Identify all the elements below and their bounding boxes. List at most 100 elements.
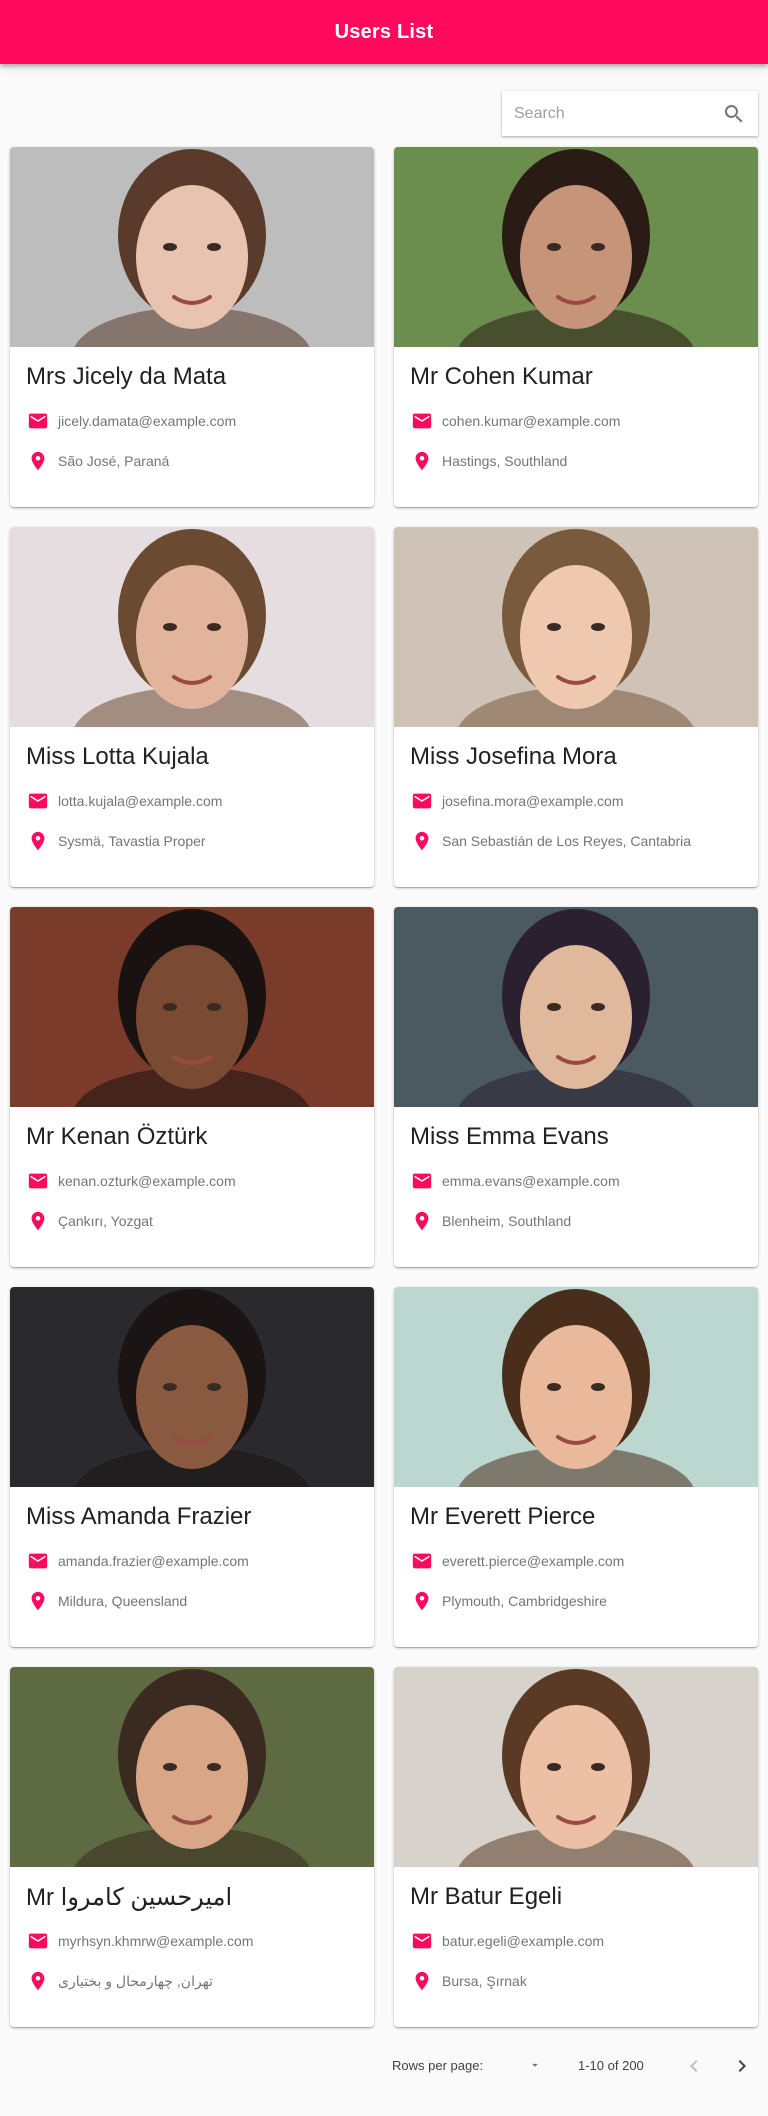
pagination: Rows per page: 1-10 of 200 [0, 2040, 768, 2092]
location-pin-icon [410, 1969, 434, 1993]
user-card[interactable]: Miss Emma Evans emma.evans@example.com B… [394, 907, 758, 1267]
user-location: Blenheim, Southland [442, 1213, 572, 1229]
user-photo [394, 1287, 758, 1487]
next-page-button[interactable] [726, 2050, 758, 2082]
user-card[interactable]: Mr Kenan Öztürk kenan.ozturk@example.com… [10, 907, 374, 1267]
location-pin-icon [26, 829, 50, 853]
user-location-row: Bursa, Şırnak [410, 1969, 527, 1993]
user-name: Miss Emma Evans [410, 1123, 609, 1150]
user-location-row: San Sebastián de Los Reyes, Cantabria [410, 829, 691, 853]
user-location: تهران, چهارمحال و بختیاری [58, 1972, 214, 1989]
search-box [502, 91, 758, 136]
user-location-row: Hastings, Southland [410, 449, 567, 473]
user-email-row: emma.evans@example.com [410, 1169, 620, 1193]
user-card[interactable]: Miss Amanda Frazier amanda.frazier@examp… [10, 1287, 374, 1647]
user-location: San Sebastián de Los Reyes, Cantabria [442, 833, 692, 849]
user-name: Mr Batur Egeli [410, 1883, 563, 1910]
user-card[interactable]: Miss Josefina Mora josefina.mora@example… [394, 527, 758, 887]
user-email: josefina.mora@example.com [442, 793, 624, 809]
email-icon [410, 1169, 434, 1193]
user-name: Miss Lotta Kujala [26, 743, 209, 770]
user-location: Plymouth, Cambridgeshire [442, 1593, 607, 1609]
user-photo [10, 527, 374, 727]
rows-per-page-label: Rows per page: [392, 2058, 484, 2073]
user-email-row: everett.pierce@example.com [410, 1549, 624, 1573]
user-email: amanda.frazier@example.com [58, 1553, 249, 1569]
user-email: lotta.kujala@example.com [58, 793, 223, 809]
user-email-row: kenan.ozturk@example.com [26, 1169, 236, 1193]
user-photo [394, 527, 758, 727]
user-location: Sysmä, Tavastia Proper [58, 833, 206, 849]
user-photo [394, 147, 758, 347]
user-email: kenan.ozturk@example.com [58, 1173, 236, 1189]
user-name: Mr امیرحسین کامروا [26, 1884, 233, 1911]
user-location: Hastings, Southland [442, 453, 568, 469]
user-email-row: cohen.kumar@example.com [410, 409, 620, 433]
chevron-left-icon [690, 2060, 698, 2072]
location-pin-icon [410, 449, 434, 473]
user-name: Mr Kenan Öztürk [26, 1123, 208, 1150]
chevron-right-icon [738, 2060, 746, 2072]
email-icon [26, 1929, 50, 1953]
user-grid: Mrs Jicely da Mata jicely.damata@example… [10, 147, 758, 2027]
rows-per-page-select[interactable] [520, 2050, 550, 2080]
user-location-row: São José, Paraná [26, 449, 169, 473]
user-location: Mildura, Queensland [58, 1593, 188, 1609]
user-email-row: amanda.frazier@example.com [26, 1549, 249, 1573]
email-icon [410, 789, 434, 813]
location-pin-icon [26, 1589, 50, 1613]
location-pin-icon [26, 449, 50, 473]
user-email-row: lotta.kujala@example.com [26, 789, 222, 813]
user-email: batur.egeli@example.com [442, 1933, 605, 1949]
user-photo [10, 907, 374, 1107]
location-pin-icon [410, 1589, 434, 1613]
location-pin-icon [410, 1209, 434, 1233]
email-icon [26, 1549, 50, 1573]
user-name: Mr Cohen Kumar [410, 363, 593, 390]
user-location-row: Mildura, Queensland [26, 1589, 187, 1613]
user-location-row: تهران, چهارمحال و بختیاری [26, 1969, 213, 1993]
email-icon [410, 1549, 434, 1573]
user-email-row: josefina.mora@example.com [410, 789, 624, 813]
page-title: Users List [334, 20, 434, 43]
user-location-row: Çankırı, Yozgat [26, 1209, 153, 1233]
email-icon [26, 789, 50, 813]
page-range: 1-10 of 200 [578, 2058, 644, 2073]
user-photo [394, 907, 758, 1107]
user-photo [10, 147, 374, 347]
email-icon [26, 1169, 50, 1193]
user-location: Bursa, Şırnak [442, 1973, 527, 1989]
user-name: Miss Josefina Mora [410, 743, 617, 770]
user-card[interactable]: Miss Lotta Kujala lotta.kujala@example.c… [10, 527, 374, 887]
search-icon[interactable] [720, 100, 748, 128]
user-name: Mrs Jicely da Mata [26, 363, 227, 390]
user-location-row: Plymouth, Cambridgeshire [410, 1589, 607, 1613]
previous-page-button[interactable] [678, 2050, 710, 2082]
user-card[interactable]: Mrs Jicely da Mata jicely.damata@example… [10, 147, 374, 507]
user-card[interactable]: Mr Batur Egeli batur.egeli@example.com B… [394, 1667, 758, 2027]
user-email-row: batur.egeli@example.com [410, 1929, 604, 1953]
location-pin-icon [26, 1969, 50, 1993]
search-input[interactable] [502, 91, 702, 136]
user-card[interactable]: Mr Cohen Kumar cohen.kumar@example.com H… [394, 147, 758, 507]
user-location-row: Blenheim, Southland [410, 1209, 571, 1233]
dropdown-arrow-icon [532, 2063, 538, 2067]
app-bar: Users List [0, 0, 768, 64]
user-email-row: myrhsyn.khmrw@example.com [26, 1929, 253, 1953]
user-name: Miss Amanda Frazier [26, 1503, 252, 1530]
user-card[interactable]: Mr امیرحسین کامروا myrhsyn.khmrw@example… [10, 1667, 374, 2027]
user-email-row: jicely.damata@example.com [26, 409, 236, 433]
email-icon [26, 409, 50, 433]
user-photo [10, 1287, 374, 1487]
user-photo [394, 1667, 758, 1867]
user-email: emma.evans@example.com [442, 1173, 620, 1189]
user-location-row: Sysmä, Tavastia Proper [26, 829, 206, 853]
user-email: cohen.kumar@example.com [442, 413, 621, 429]
user-card[interactable]: Mr Everett Pierce everett.pierce@example… [394, 1287, 758, 1647]
email-icon [410, 409, 434, 433]
user-location: Çankırı, Yozgat [58, 1213, 153, 1229]
location-pin-icon [410, 829, 434, 853]
user-email: jicely.damata@example.com [58, 413, 237, 429]
location-pin-icon [26, 1209, 50, 1233]
user-photo [10, 1667, 374, 1867]
